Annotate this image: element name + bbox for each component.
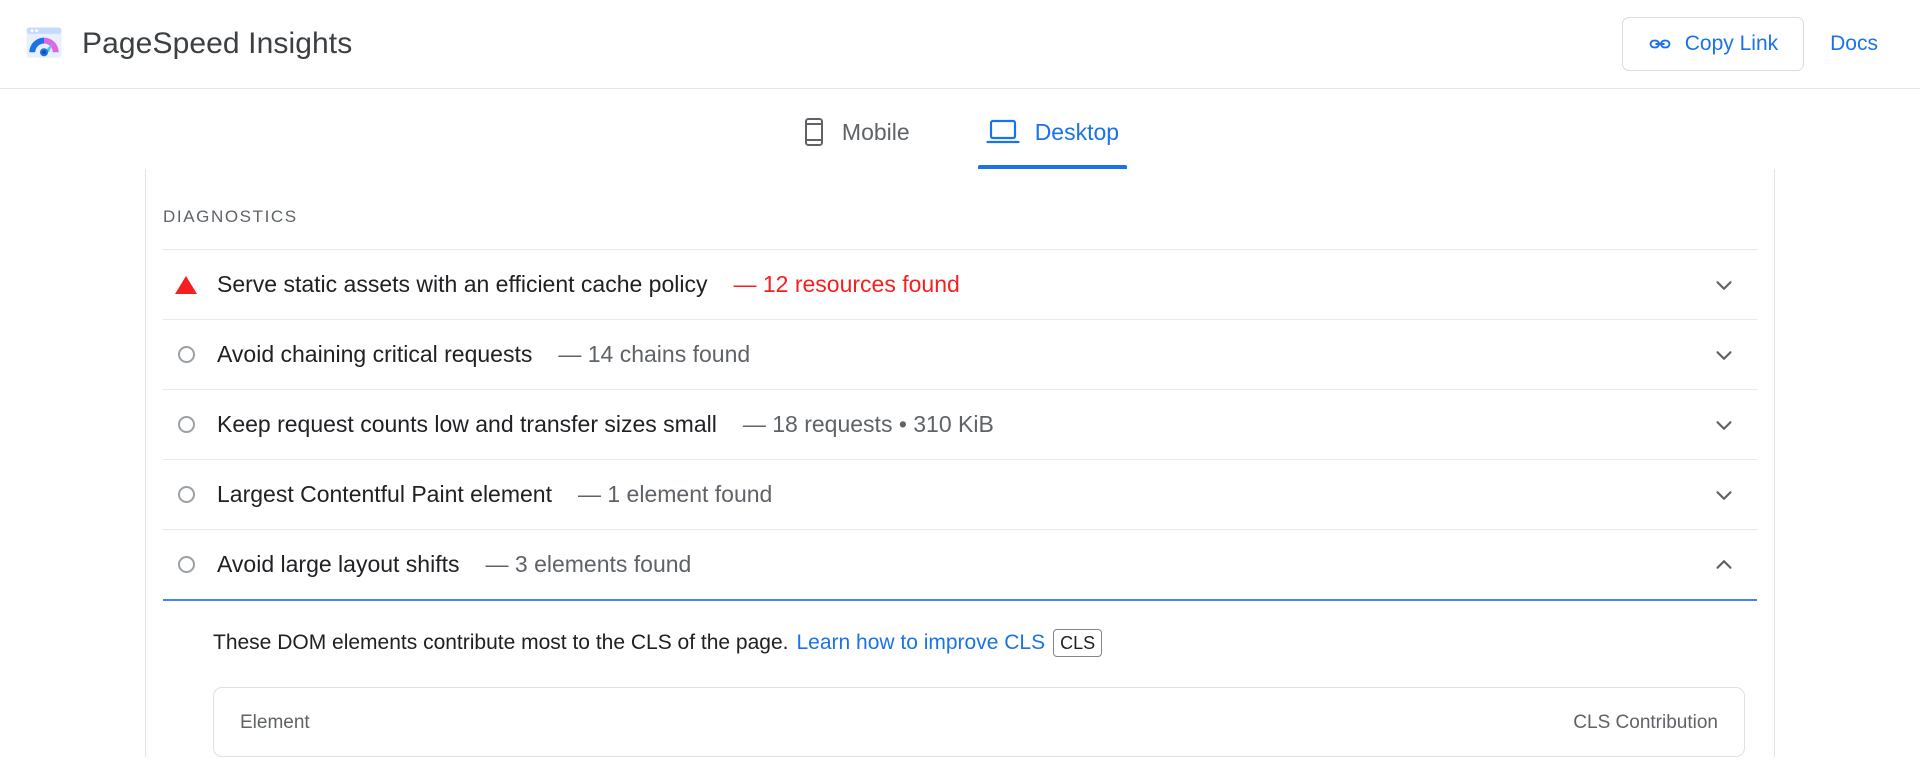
audit-toggle-layout-shift-elements[interactable]: Avoid large layout shifts — 3 elements f… xyxy=(163,530,1757,599)
audit-toggle-uses-long-cache-ttl[interactable]: Serve static assets with an efficient ca… xyxy=(163,250,1757,319)
tab-desktop[interactable]: Desktop xyxy=(978,111,1127,169)
laptop-icon xyxy=(986,117,1020,147)
tab-desktop-label: Desktop xyxy=(1035,119,1119,146)
pagespeed-insights-logo-icon xyxy=(22,22,66,66)
results-panel: DIAGNOSTICS Serve static assets with an … xyxy=(145,169,1775,757)
column-header-cls-contribution: CLS Contribution xyxy=(1573,712,1718,734)
audit-description-text: These DOM elements contribute most to th… xyxy=(213,627,788,659)
audit-title: Serve static assets with an efficient ca… xyxy=(217,271,707,298)
audit-toggle-critical-request-chains[interactable]: Avoid chaining critical requests — 14 ch… xyxy=(163,320,1757,389)
warning-triangle-icon xyxy=(175,276,197,294)
audit-toggle-largest-contentful-paint-element[interactable]: Largest Contentful Paint element — 1 ele… xyxy=(163,460,1757,529)
chevron-down-icon[interactable] xyxy=(1711,272,1737,298)
form-factor-tabs: Mobile Desktop xyxy=(0,89,1920,169)
docs-link[interactable]: Docs xyxy=(1830,32,1878,56)
audit-toggle-resource-summary[interactable]: Keep request counts low and transfer siz… xyxy=(163,390,1757,459)
layout-shift-elements-table: Element CLS Contribution xyxy=(213,687,1745,757)
audit-row: Keep request counts low and transfer siz… xyxy=(163,390,1757,460)
audit-meta: — 3 elements found xyxy=(486,551,692,578)
tab-mobile-label: Mobile xyxy=(842,119,910,146)
circle-info-icon xyxy=(175,556,197,573)
circle-info-icon xyxy=(175,346,197,363)
copy-link-label: Copy Link xyxy=(1685,32,1778,56)
chevron-down-icon[interactable] xyxy=(1711,412,1737,438)
header-actions: Copy Link Docs xyxy=(1622,17,1878,71)
circle-info-icon xyxy=(175,486,197,503)
audit-title: Keep request counts low and transfer siz… xyxy=(217,411,717,438)
audit-description: These DOM elements contribute most to th… xyxy=(213,627,1745,659)
audit-row: Largest Contentful Paint element — 1 ele… xyxy=(163,460,1757,530)
tab-active-indicator xyxy=(978,165,1127,169)
page-title: PageSpeed Insights xyxy=(82,27,352,61)
learn-more-link[interactable]: Learn how to improve CLS xyxy=(796,627,1045,659)
mobile-phone-icon xyxy=(801,117,827,147)
table-header-row: Element CLS Contribution xyxy=(214,688,1744,756)
diagnostics-section-label: DIAGNOSTICS xyxy=(163,169,1757,250)
audit-row-expanded: Avoid large layout shifts — 3 elements f… xyxy=(163,530,1757,601)
audit-row: Serve static assets with an efficient ca… xyxy=(163,250,1757,320)
chevron-down-icon[interactable] xyxy=(1711,342,1737,368)
audit-title: Largest Contentful Paint element xyxy=(217,481,552,508)
audit-title: Avoid large layout shifts xyxy=(217,551,460,578)
audit-meta: — 1 element found xyxy=(578,481,772,508)
audit-row: Avoid chaining critical requests — 14 ch… xyxy=(163,320,1757,390)
chevron-up-icon[interactable] xyxy=(1711,552,1737,578)
results-panel-wrapper: DIAGNOSTICS Serve static assets with an … xyxy=(0,169,1920,757)
audit-title: Avoid chaining critical requests xyxy=(217,341,532,368)
metric-chip-cls: CLS xyxy=(1053,629,1102,657)
audit-meta: — 18 requests • 310 KiB xyxy=(743,411,994,438)
circle-info-icon xyxy=(175,416,197,433)
audit-meta: — 14 chains found xyxy=(558,341,750,368)
app-header: PageSpeed Insights Copy Link Docs xyxy=(0,0,1920,89)
audit-detail-layout-shift-elements: These DOM elements contribute most to th… xyxy=(163,601,1757,757)
brand: PageSpeed Insights xyxy=(22,22,352,66)
copy-link-button[interactable]: Copy Link xyxy=(1622,17,1804,71)
tab-mobile[interactable]: Mobile xyxy=(793,111,918,169)
audit-meta: — 12 resources found xyxy=(733,271,959,298)
chevron-down-icon[interactable] xyxy=(1711,482,1737,508)
column-header-element: Element xyxy=(240,712,310,734)
link-icon xyxy=(1648,32,1672,56)
